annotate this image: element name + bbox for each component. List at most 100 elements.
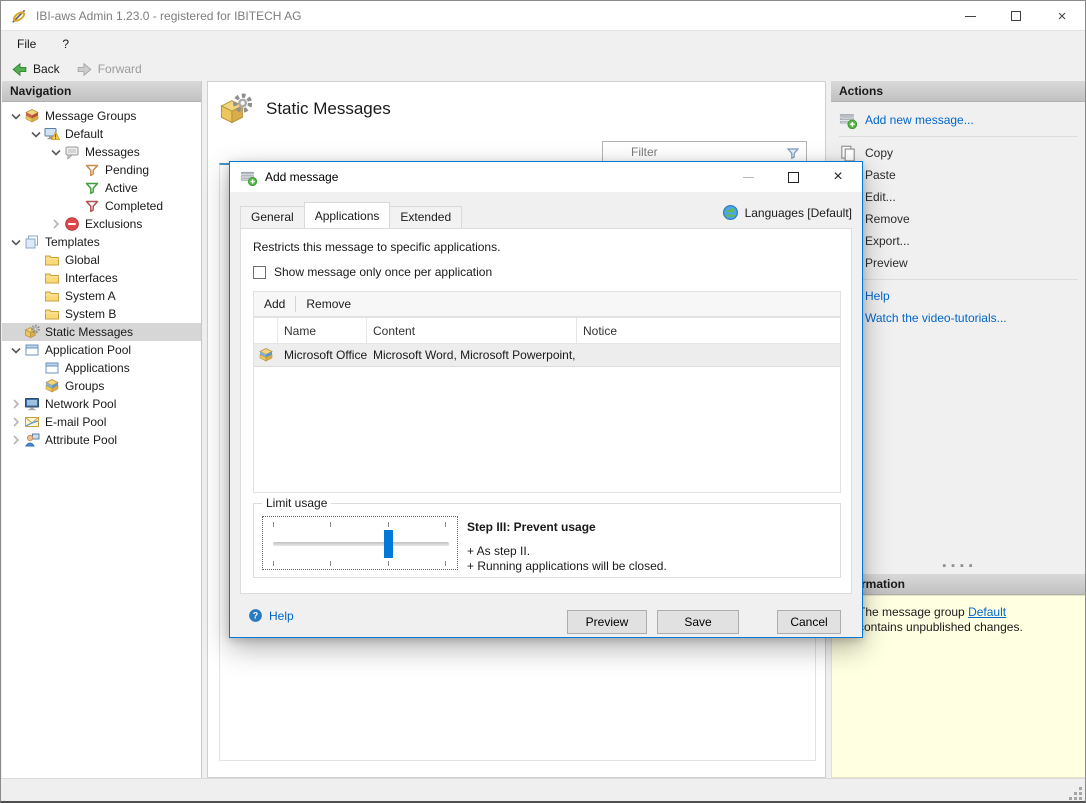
tree-item-label: Completed xyxy=(105,199,163,213)
action-help[interactable]: Help xyxy=(831,285,1086,307)
tree-item-global[interactable]: Global xyxy=(2,251,201,269)
applications-table: Name Content Notice Microsoft Office Mic… xyxy=(253,317,841,493)
column-name[interactable]: Name xyxy=(278,318,367,343)
action-export[interactable]: Export... xyxy=(831,230,1086,252)
dialog-minimize-button[interactable] xyxy=(733,162,763,192)
filter-input[interactable] xyxy=(603,145,806,159)
tab-general[interactable]: General xyxy=(240,206,305,228)
chevron-down-icon[interactable] xyxy=(8,108,24,124)
column-content[interactable]: Content xyxy=(367,318,577,343)
chevron-right-icon[interactable] xyxy=(8,396,24,412)
minimize-button[interactable] xyxy=(947,1,993,31)
action-edit[interactable]: Edit... xyxy=(831,186,1086,208)
back-label: Back xyxy=(33,62,60,76)
chevron-down-icon[interactable] xyxy=(8,234,24,250)
tree-item-active[interactable]: Active xyxy=(2,179,201,197)
maximize-button[interactable] xyxy=(993,1,1039,31)
tree-item-label: Groups xyxy=(65,379,104,393)
table-row[interactable]: Microsoft Office Microsoft Word, Microso… xyxy=(254,344,840,367)
action-preview[interactable]: Preview xyxy=(831,252,1086,274)
column-icon[interactable] xyxy=(254,318,278,343)
chevron-right-icon[interactable] xyxy=(8,414,24,430)
slider-thumb[interactable] xyxy=(384,530,393,558)
menu-file[interactable]: File xyxy=(7,33,46,55)
tree-item-completed[interactable]: Completed xyxy=(2,197,201,215)
chevron-down-icon[interactable] xyxy=(28,126,44,142)
maximize-icon xyxy=(1011,11,1021,21)
globe-icon xyxy=(722,204,739,221)
action-remove[interactable]: Remove xyxy=(831,208,1086,230)
limit-usage-label: Limit usage xyxy=(262,496,331,510)
languages-label: Languages [Default] xyxy=(745,206,852,220)
chevron-down-icon[interactable] xyxy=(8,342,24,358)
action-copy[interactable]: Copy xyxy=(831,142,1086,164)
dialog-close-button[interactable]: × xyxy=(823,162,853,192)
app-logo-icon xyxy=(10,7,28,25)
tree-item-static-messages[interactable]: Static Messages xyxy=(2,323,201,341)
show-once-checkbox[interactable] xyxy=(253,266,266,279)
action-label: Edit... xyxy=(865,190,896,204)
tree-item-exclusions[interactable]: Exclusions xyxy=(2,215,201,233)
chevron-spacer xyxy=(68,198,84,214)
action-paste[interactable]: Paste xyxy=(831,164,1086,186)
panel-splitter[interactable]: ▪ ▪ ▪ ▪ xyxy=(831,562,1086,572)
chevron-right-icon[interactable] xyxy=(48,216,64,232)
action-label: Copy xyxy=(865,146,893,160)
dialog-help-link[interactable]: ? Help xyxy=(248,608,294,623)
back-button[interactable]: Back xyxy=(5,59,66,80)
tree-item-network-pool[interactable]: Network Pool xyxy=(2,395,201,413)
chevron-spacer xyxy=(8,324,24,340)
filter-funnel-icon[interactable] xyxy=(785,145,801,161)
tree-item-system-a[interactable]: System A xyxy=(2,287,201,305)
tree-item-label: Attribute Pool xyxy=(45,433,117,447)
row-content: Microsoft Word, Microsoft Powerpoint, Mi… xyxy=(367,348,577,362)
chevron-right-icon[interactable] xyxy=(8,432,24,448)
tree-item-interfaces[interactable]: Interfaces xyxy=(2,269,201,287)
cancel-button[interactable]: Cancel xyxy=(777,610,841,634)
resize-grip[interactable] xyxy=(1068,786,1082,800)
speech-icon xyxy=(64,144,80,160)
tree-item-attribute-pool[interactable]: Attribute Pool xyxy=(2,431,201,449)
tree-item-groups[interactable]: Groups xyxy=(2,377,201,395)
default-group-link[interactable]: Default xyxy=(968,605,1006,619)
remove-application-button[interactable]: Remove xyxy=(296,294,361,314)
dialog-maximize-button[interactable] xyxy=(778,162,808,192)
limit-usage-slider[interactable] xyxy=(262,516,458,570)
languages-button[interactable]: Languages [Default] xyxy=(722,204,852,221)
action-watch-the-video-tutorials[interactable]: Watch the video-tutorials... xyxy=(831,307,1086,329)
person-icon xyxy=(24,432,40,448)
column-notice[interactable]: Notice xyxy=(577,318,840,343)
folder-icon xyxy=(44,306,60,322)
chevron-spacer xyxy=(28,360,44,376)
forward-button[interactable]: Forward xyxy=(70,59,148,80)
forward-label: Forward xyxy=(98,62,142,76)
tree-item-application-pool[interactable]: Application Pool xyxy=(2,341,201,359)
nav-toolbar: Back Forward xyxy=(1,57,1085,81)
templates-icon xyxy=(24,234,40,250)
add-message-dialog: Add message × General Applications Exten… xyxy=(229,161,863,638)
add-application-button[interactable]: Add xyxy=(254,294,295,314)
save-button[interactable]: Save xyxy=(657,610,739,634)
tree-item-message-groups[interactable]: Message Groups xyxy=(2,107,201,125)
chevron-down-icon[interactable] xyxy=(48,144,64,160)
chevron-spacer xyxy=(68,162,84,178)
menu-help[interactable]: ? xyxy=(52,33,79,55)
add-message-icon xyxy=(839,111,857,129)
tree-item-applications[interactable]: Applications xyxy=(2,359,201,377)
tree-item-messages[interactable]: Messages xyxy=(2,143,201,161)
status-bar xyxy=(1,778,1085,802)
tree-item-e-mail-pool[interactable]: E-mail Pool xyxy=(2,413,201,431)
action-add-new-message[interactable]: Add new message... xyxy=(831,109,1086,131)
tab-extended[interactable]: Extended xyxy=(389,206,462,228)
close-button[interactable]: × xyxy=(1039,1,1085,31)
tree-item-system-b[interactable]: System B xyxy=(2,305,201,323)
preview-button[interactable]: Preview xyxy=(567,610,647,634)
tab-applications[interactable]: Applications xyxy=(304,202,391,228)
tree-item-templates[interactable]: Templates xyxy=(2,233,201,251)
information-text: The message group Default contains unpub… xyxy=(858,605,1040,635)
actions-header: Actions xyxy=(831,81,1086,102)
tree-item-label: Application Pool xyxy=(45,343,131,357)
tree-item-pending[interactable]: Pending xyxy=(2,161,201,179)
tree-item-default[interactable]: Default xyxy=(2,125,201,143)
actions-divider xyxy=(839,136,1078,137)
